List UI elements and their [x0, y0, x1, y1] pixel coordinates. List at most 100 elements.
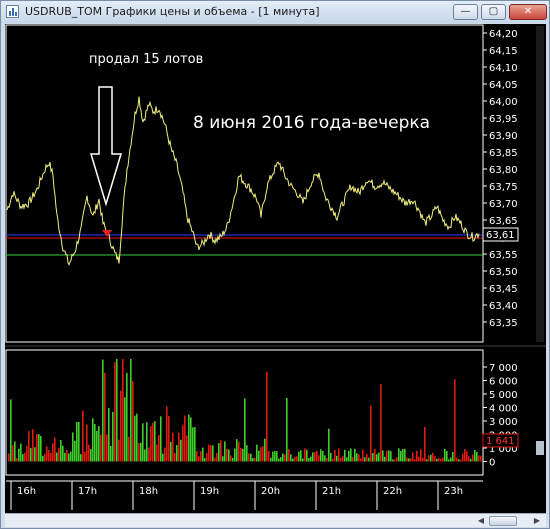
volume-bar — [266, 371, 268, 462]
minimize-button[interactable]: — — [453, 4, 478, 20]
time-tick-label: 23h — [444, 486, 463, 497]
volume-bar — [428, 455, 430, 462]
volume-bar — [472, 454, 474, 462]
volume-bar — [358, 454, 360, 462]
volume-bar — [356, 453, 358, 462]
volume-bar — [210, 445, 212, 462]
volume-tick-label: 3 000 — [489, 417, 518, 428]
price-tick-label: 64,15 — [489, 46, 518, 57]
volume-tick-label: 4 000 — [489, 404, 518, 415]
volume-bar — [58, 447, 60, 462]
price-tick-label: 64,20 — [489, 29, 518, 40]
price-tick-label: 64,10 — [489, 63, 518, 74]
volume-bar — [96, 430, 98, 462]
volume-bar — [150, 426, 152, 462]
volume-bar — [60, 440, 62, 462]
volume-bar — [426, 459, 428, 462]
volume-bar — [384, 456, 386, 462]
volume-bar — [332, 458, 334, 462]
volume-bar — [330, 452, 332, 462]
volume-bar — [156, 444, 158, 462]
volume-bar — [310, 456, 312, 462]
volume-bar — [176, 445, 178, 462]
scroll-left-arrow[interactable]: ◀ — [475, 514, 487, 527]
volume-bar — [184, 415, 186, 462]
volume-bar — [124, 397, 126, 462]
volume-tick-label: 5 000 — [489, 390, 518, 401]
volume-bar — [416, 450, 418, 462]
volume-bar — [250, 453, 252, 462]
volume-bar — [244, 398, 246, 462]
sell-marker — [102, 230, 112, 237]
volume-bar — [354, 448, 356, 462]
volume-tick-label: 0 — [489, 458, 495, 469]
volume-bar — [144, 449, 146, 462]
scroll-right-arrow[interactable]: ▶ — [531, 514, 543, 527]
volume-bar — [402, 449, 404, 462]
volume-bar — [208, 444, 210, 462]
volume-bar — [254, 457, 256, 462]
volume-bar — [200, 451, 202, 462]
chart-canvas[interactable]: 64,20 64,15 64,10 64,05 64,00 63,95 63,90 63,85… — [5, 24, 546, 522]
volume-bar — [32, 429, 34, 462]
volume-bar — [82, 410, 84, 462]
volume-bar — [102, 359, 104, 462]
volume-bar — [258, 450, 260, 462]
volume-bar — [276, 451, 278, 462]
time-tick-label: 17h — [78, 486, 97, 497]
volume-bar — [452, 452, 454, 462]
volume-bar — [186, 435, 188, 462]
volume-bar — [270, 457, 272, 462]
volume-bar — [142, 423, 144, 462]
volume-bar — [442, 457, 444, 462]
volume-bar — [166, 406, 168, 462]
volume-bar — [222, 456, 224, 462]
volume-bar — [290, 454, 292, 462]
volume-bar — [152, 423, 154, 462]
volume-bar — [180, 439, 182, 462]
volume-bar — [338, 448, 340, 462]
price-vscroll[interactable] — [536, 26, 544, 342]
volume-bar — [158, 435, 160, 462]
volume-bar — [228, 449, 230, 462]
volume-bar — [10, 399, 12, 462]
price-current-value: 63,61 — [486, 230, 515, 241]
volume-vscroll-thumb[interactable] — [536, 441, 544, 455]
volume-bar — [252, 458, 254, 462]
volume-bar — [438, 457, 440, 462]
volume-bar — [294, 456, 296, 462]
volume-bar — [370, 405, 372, 462]
price-tick-label: 64,00 — [489, 97, 518, 108]
price-tick-label: 63,35 — [489, 318, 518, 329]
volume-bar — [468, 456, 470, 462]
horizontal-scrollbar[interactable]: ◀ ▶ — [5, 513, 546, 527]
volume-bar — [304, 448, 306, 462]
volume-bar — [296, 456, 298, 462]
volume-bar — [126, 372, 128, 462]
volume-bar — [352, 457, 354, 462]
volume-current-value: 1 641 — [486, 436, 515, 447]
volume-bar — [284, 454, 286, 462]
volume-bar — [16, 458, 18, 462]
volume-bar — [466, 451, 468, 462]
title-bar[interactable]: USDRUB_TOM Графики цены и объема - [1 ми… — [1, 1, 549, 23]
volume-bar — [168, 416, 170, 462]
volume-bar — [8, 453, 10, 462]
price-tick-label: 63,80 — [489, 165, 518, 176]
scroll-thumb[interactable] — [489, 516, 517, 526]
volume-bar — [128, 436, 130, 462]
price-y-axis: 64,20 64,15 64,10 64,05 64,00 63,95 63,90 63,85… — [483, 29, 518, 329]
volume-bar — [42, 455, 44, 462]
volume-bar — [240, 447, 242, 462]
volume-bar — [368, 457, 370, 462]
volume-bar — [90, 449, 92, 462]
volume-bar — [282, 453, 284, 462]
volume-bar — [292, 458, 294, 462]
volume-bar — [188, 414, 190, 462]
volume-bar — [192, 427, 194, 462]
maximize-button[interactable]: ▢ — [481, 4, 506, 20]
volume-bar — [386, 450, 388, 462]
volume-bar — [470, 458, 472, 462]
volume-bar — [478, 455, 480, 462]
close-button[interactable]: ✕ — [509, 4, 547, 20]
